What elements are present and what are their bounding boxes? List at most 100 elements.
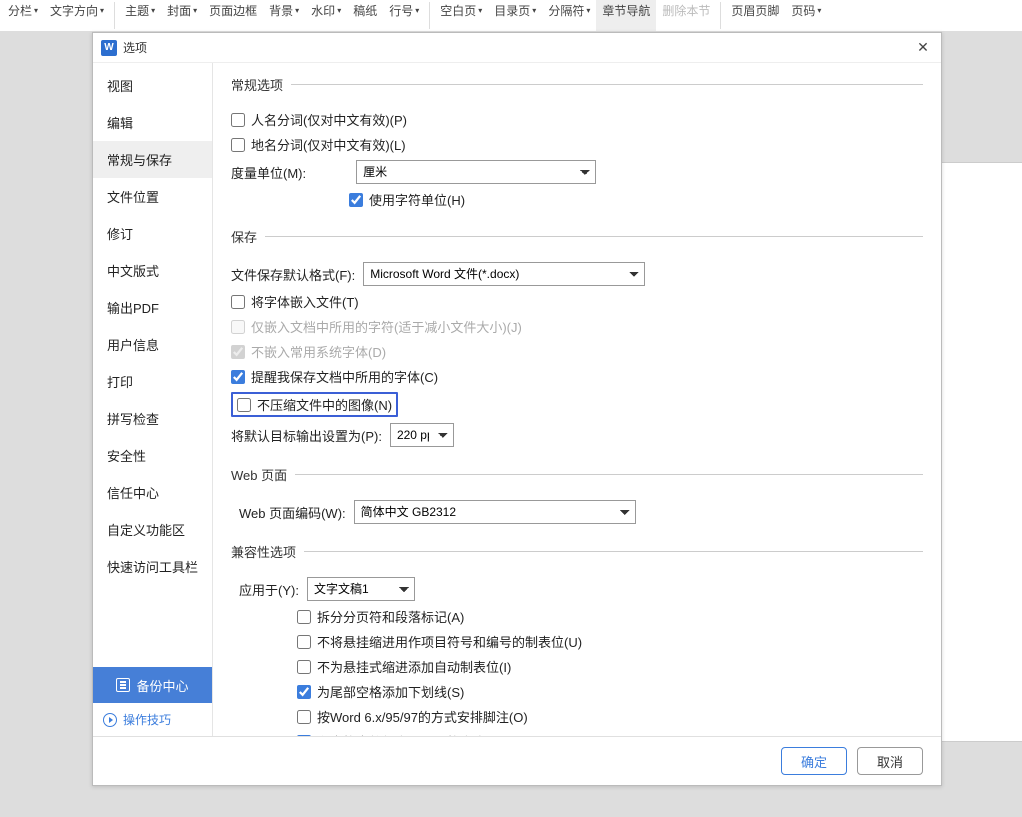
embed-fonts-label: 将字体嵌入文件(T) bbox=[251, 292, 359, 311]
ribbon-item-行号[interactable]: 行号▾ bbox=[383, 0, 425, 31]
sidebar-item-1[interactable]: 编辑 bbox=[93, 104, 212, 141]
compat-opt-1-label: 不将悬挂缩进用作项目符号和编号的制表位(U) bbox=[317, 632, 582, 651]
cancel-button[interactable]: 取消 bbox=[857, 747, 923, 775]
compat-opt-0-label: 拆分分页符和段落标记(A) bbox=[317, 607, 464, 626]
ribbon-item-水印[interactable]: 水印▾ bbox=[305, 0, 347, 31]
compat-opt-0-checkbox[interactable] bbox=[297, 610, 311, 624]
no-compress-label: 不压缩文件中的图像(N) bbox=[257, 395, 392, 414]
no-compress-row[interactable]: 不压缩文件中的图像(N) bbox=[237, 395, 392, 414]
encoding-label: Web 页面编码(W): bbox=[239, 503, 346, 522]
compat-opt-1-checkbox[interactable] bbox=[297, 635, 311, 649]
ribbon-item-页眉页脚[interactable]: 页眉页脚 bbox=[725, 0, 785, 31]
sidebar-item-12[interactable]: 自定义功能区 bbox=[93, 511, 212, 548]
close-button[interactable]: ✕ bbox=[913, 38, 933, 58]
place-split-checkbox[interactable] bbox=[231, 138, 245, 152]
sidebar-item-3[interactable]: 文件位置 bbox=[93, 178, 212, 215]
apply-label: 应用于(Y): bbox=[239, 580, 299, 599]
compat-opt-5-checkbox[interactable] bbox=[297, 735, 311, 737]
no-embed-sys-row: 不嵌入常用系统字体(D) bbox=[231, 342, 923, 361]
ribbon-item-稿纸[interactable]: 稿纸 bbox=[347, 0, 383, 31]
ribbon-item-目录页[interactable]: 目录页▾ bbox=[488, 0, 542, 31]
tips-label: 操作技巧 bbox=[123, 711, 171, 728]
default-format-row: 文件保存默认格式(F): Microsoft Word 文件(*.docx) bbox=[231, 262, 923, 286]
default-format-label: 文件保存默认格式(F): bbox=[231, 265, 355, 284]
person-split-label: 人名分词(仅对中文有效)(P) bbox=[251, 110, 407, 129]
compat-opt-2-checkbox[interactable] bbox=[297, 660, 311, 674]
unit-row: 度量单位(M): 厘米 bbox=[231, 160, 923, 184]
compat-opt-5[interactable]: 在表格中将行高调至网格高度(B) bbox=[297, 732, 923, 736]
compat-opt-4-checkbox[interactable] bbox=[297, 710, 311, 724]
place-split-row[interactable]: 地名分词(仅对中文有效)(L) bbox=[231, 135, 923, 154]
use-char-unit-label: 使用字符单位(H) bbox=[369, 190, 465, 209]
document-page-edge bbox=[934, 162, 1022, 742]
ribbon-item-空白页[interactable]: 空白页▾ bbox=[434, 0, 488, 31]
chevron-down-icon: ▾ bbox=[817, 6, 821, 15]
person-split-row[interactable]: 人名分词(仅对中文有效)(P) bbox=[231, 110, 923, 129]
unit-select[interactable]: 厘米 bbox=[356, 160, 596, 184]
embed-fonts-row[interactable]: 将字体嵌入文件(T) bbox=[231, 292, 923, 311]
embed-only-used-checkbox bbox=[231, 320, 245, 334]
sidebar-item-7[interactable]: 用户信息 bbox=[93, 326, 212, 363]
compat-opt-3-checkbox[interactable] bbox=[297, 685, 311, 699]
chevron-down-icon: ▾ bbox=[415, 6, 419, 15]
embed-only-used-label: 仅嵌入文档中所用的字符(适于减小文件大小)(J) bbox=[251, 317, 522, 336]
remind-fonts-label: 提醒我保存文档中所用的字体(C) bbox=[251, 367, 438, 386]
default-output-select[interactable]: 220 ppi bbox=[390, 423, 454, 447]
person-split-checkbox[interactable] bbox=[231, 113, 245, 127]
ribbon-item-分隔符[interactable]: 分隔符▾ bbox=[542, 0, 596, 31]
ribbon-item-背景[interactable]: 背景▾ bbox=[263, 0, 305, 31]
sidebar-item-13[interactable]: 快速访问工具栏 bbox=[93, 548, 212, 585]
ok-button[interactable]: 确定 bbox=[781, 747, 847, 775]
embed-fonts-checkbox[interactable] bbox=[231, 295, 245, 309]
compat-opt-4-label: 按Word 6.x/95/97的方式安排脚注(O) bbox=[317, 707, 528, 726]
default-format-select[interactable]: Microsoft Word 文件(*.docx) bbox=[363, 262, 645, 286]
chevron-down-icon: ▾ bbox=[193, 6, 197, 15]
sidebar-item-0[interactable]: 视图 bbox=[93, 67, 212, 104]
chevron-down-icon: ▾ bbox=[478, 6, 482, 15]
dialog-title: 选项 bbox=[123, 39, 147, 56]
use-char-unit-checkbox[interactable] bbox=[349, 193, 363, 207]
general-legend: 常规选项 bbox=[231, 75, 291, 94]
sidebar-item-2[interactable]: 常规与保存 bbox=[93, 141, 212, 178]
compat-group: 兼容性选项 应用于(Y): 文字文稿1 拆分分页符和段落标记(A) 不将悬挂缩进用… bbox=[231, 542, 923, 736]
no-compress-checkbox[interactable] bbox=[237, 398, 251, 412]
dialog-footer: 确定 取消 bbox=[93, 736, 941, 785]
compat-opt-2[interactable]: 不为悬挂式缩进添加自动制表位(I) bbox=[297, 657, 923, 676]
compat-opt-3-label: 为尾部空格添加下划线(S) bbox=[317, 682, 464, 701]
ribbon-item-页面边框[interactable]: 页面边框 bbox=[203, 0, 263, 31]
tips-link[interactable]: 操作技巧 bbox=[93, 703, 212, 736]
save-group: 保存 文件保存默认格式(F): Microsoft Word 文件(*.docx… bbox=[231, 227, 923, 453]
ribbon-item-章节导航[interactable]: 章节导航 bbox=[596, 0, 656, 31]
backup-center-button[interactable]: 备份中心 bbox=[93, 667, 212, 703]
chevron-down-icon: ▾ bbox=[100, 6, 104, 15]
compat-opt-4[interactable]: 按Word 6.x/95/97的方式安排脚注(O) bbox=[297, 707, 923, 726]
use-char-unit-row[interactable]: 使用字符单位(H) bbox=[349, 190, 923, 209]
ribbon-item-分栏[interactable]: 分栏▾ bbox=[2, 0, 44, 31]
compat-opt-0[interactable]: 拆分分页符和段落标记(A) bbox=[297, 607, 923, 626]
options-dialog: W 选项 ✕ 视图编辑常规与保存文件位置修订中文版式输出PDF用户信息打印拼写检… bbox=[92, 32, 942, 786]
ribbon-item-文字方向[interactable]: 文字方向▾ bbox=[44, 0, 110, 31]
embed-only-used-row: 仅嵌入文档中所用的字符(适于减小文件大小)(J) bbox=[231, 317, 923, 336]
no-embed-sys-checkbox bbox=[231, 345, 245, 359]
options-content: 常规选项 人名分词(仅对中文有效)(P) 地名分词(仅对中文有效)(L) 度量单… bbox=[213, 63, 941, 736]
ribbon-item-主题[interactable]: 主题▾ bbox=[119, 0, 161, 31]
sidebar-item-8[interactable]: 打印 bbox=[93, 363, 212, 400]
sidebar-item-10[interactable]: 安全性 bbox=[93, 437, 212, 474]
compat-opt-1[interactable]: 不将悬挂缩进用作项目符号和编号的制表位(U) bbox=[297, 632, 923, 651]
encoding-select[interactable]: 简体中文 GB2312 bbox=[354, 500, 636, 524]
sidebar-item-11[interactable]: 信任中心 bbox=[93, 474, 212, 511]
ribbon-item-页码[interactable]: 页码▾ bbox=[785, 0, 827, 31]
sidebar-item-4[interactable]: 修订 bbox=[93, 215, 212, 252]
remind-fonts-row[interactable]: 提醒我保存文档中所用的字体(C) bbox=[231, 367, 923, 386]
chevron-down-icon: ▾ bbox=[586, 6, 590, 15]
save-legend: 保存 bbox=[231, 227, 265, 246]
sidebar-item-6[interactable]: 输出PDF bbox=[93, 289, 212, 326]
compat-opt-3[interactable]: 为尾部空格添加下划线(S) bbox=[297, 682, 923, 701]
sidebar-item-5[interactable]: 中文版式 bbox=[93, 252, 212, 289]
apply-select[interactable]: 文字文稿1 bbox=[307, 577, 415, 601]
remind-fonts-checkbox[interactable] bbox=[231, 370, 245, 384]
ribbon-item-封面[interactable]: 封面▾ bbox=[161, 0, 203, 31]
sidebar-item-9[interactable]: 拼写检查 bbox=[93, 400, 212, 437]
play-icon bbox=[103, 713, 117, 727]
compat-legend: 兼容性选项 bbox=[231, 542, 304, 561]
